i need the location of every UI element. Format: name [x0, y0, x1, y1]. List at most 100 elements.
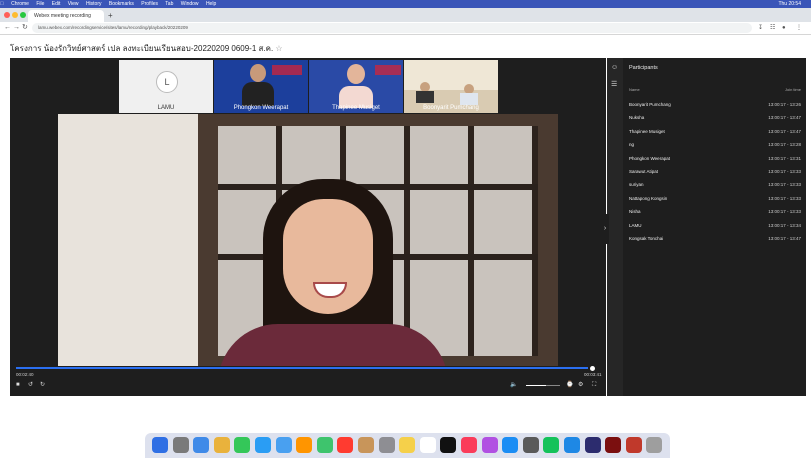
participant-row[interactable]: Sarawut Atipat 13:00:17 - 13:33: [629, 169, 801, 174]
dock-app-icon[interactable]: [234, 437, 251, 453]
menu-profiles[interactable]: Profiles: [141, 1, 158, 7]
favorite-star-icon[interactable]: ☆: [275, 44, 282, 53]
rewind-icon[interactable]: ↺: [28, 381, 33, 389]
zoom-window-icon[interactable]: [20, 12, 26, 18]
menubar-clock[interactable]: Thu 20:54: [778, 0, 801, 8]
participant-name: ng: [629, 142, 635, 148]
participant-row[interactable]: Kongsak Tonchai 13:00:17 - 13:47: [629, 236, 801, 241]
new-tab-icon[interactable]: +: [108, 10, 113, 22]
participant-name: suriyan: [629, 182, 644, 188]
macos-dock: [145, 433, 670, 458]
dock-app-icon[interactable]: [172, 437, 189, 453]
thumbnail-thapinee[interactable]: Thapinee Musiget: [309, 60, 403, 113]
name-column-header: Name: [629, 87, 640, 92]
tab-title: Webex meeting recording: [34, 13, 91, 19]
dock-app-icon[interactable]: [193, 437, 210, 453]
menu-edit[interactable]: Edit: [52, 1, 61, 7]
dock-app-icon[interactable]: [646, 437, 663, 453]
dock-app-icon[interactable]: [378, 437, 395, 453]
dock-app-icon[interactable]: [296, 437, 313, 453]
dock-app-icon[interactable]: [275, 437, 292, 453]
menu-help[interactable]: Help: [206, 1, 216, 7]
dock-app-icon[interactable]: [358, 437, 374, 453]
forward-icon[interactable]: →: [13, 23, 20, 33]
dock-app-icon[interactable]: [481, 437, 498, 453]
settings-icon[interactable]: ⚙: [578, 381, 583, 389]
dock-app-icon[interactable]: [625, 437, 642, 453]
participant-name: Nattapong Kongsin: [629, 195, 668, 201]
apple-icon[interactable]: : [0, 1, 4, 7]
dock-app-icon[interactable]: [255, 437, 271, 453]
progress-bar[interactable]: [16, 366, 595, 371]
thumbnail-boonyarit[interactable]: Boonyarit Pumchang: [404, 60, 498, 113]
thumbnail-name: Thapinee Musiget: [332, 105, 380, 111]
reload-icon[interactable]: ↻: [22, 23, 28, 33]
room-background: [404, 60, 498, 90]
elapsed-time: 00:02:40: [16, 372, 34, 377]
thumbnail-logo: [375, 65, 401, 75]
transcript-icon[interactable]: ☰: [611, 80, 617, 88]
dock-app-icon[interactable]: [152, 437, 168, 453]
playhead-handle[interactable]: [590, 366, 595, 371]
participant-row[interactable]: Boonyarit Pumchang 13:00:17 - 13:26: [629, 102, 801, 107]
browser-tab[interactable]: Webex meeting recording: [28, 10, 104, 22]
minimize-window-icon[interactable]: [12, 12, 18, 18]
dock-app-icon[interactable]: [522, 437, 539, 453]
participants-icon[interactable]: ☺: [611, 64, 618, 71]
main-video[interactable]: [58, 114, 558, 367]
dock-app-icon[interactable]: [440, 437, 457, 453]
dock-app-icon[interactable]: [502, 437, 519, 453]
menu-bookmarks[interactable]: Bookmarks: [109, 1, 134, 7]
dock-app-icon[interactable]: [213, 437, 230, 453]
menu-window[interactable]: Window: [181, 1, 199, 7]
thumbnail-phongkon[interactable]: Phongkon Weerapat: [214, 60, 308, 113]
dock-app-icon[interactable]: [543, 437, 560, 453]
participant-row[interactable]: suriyan 13:00:17 - 13:33: [629, 182, 801, 187]
dock-app-icon[interactable]: [461, 437, 477, 453]
participant-row[interactable]: Nisha 13:00:17 - 13:33: [629, 209, 801, 214]
recording-title: โครงการ น้องรักวิทย์ศาสตร์ เปล ลงทะเบียน…: [10, 42, 283, 55]
volume-slider[interactable]: [526, 385, 560, 386]
participant-name: LAMU: [629, 222, 642, 228]
dock-app-icon[interactable]: [316, 437, 333, 453]
total-duration: 00:03:41: [584, 372, 602, 377]
menu-icon[interactable]: ⋮: [796, 23, 802, 33]
participant-time: 13:00:17 - 13:47: [768, 128, 801, 134]
profile-icon[interactable]: ●: [782, 23, 786, 33]
dock-app-icon[interactable]: [419, 437, 436, 453]
participant-row[interactable]: LAMU 13:00:17 - 13:34: [629, 223, 801, 228]
participant-row[interactable]: ng 13:00:17 - 13:28: [629, 142, 801, 147]
participant-time: 13:00:17 - 13:34: [768, 222, 801, 228]
volume-icon[interactable]: 🔈: [510, 381, 517, 389]
person-shoulders: [218, 324, 448, 367]
participant-row[interactable]: Thapinee Musiget 13:00:17 - 13:47: [629, 129, 801, 134]
menu-chrome[interactable]: Chrome: [11, 1, 29, 7]
dock-app-icon[interactable]: [564, 437, 580, 453]
participant-name: Phongkon Weerapat: [629, 155, 670, 161]
participant-row[interactable]: Nuksha 13:00:17 - 13:47: [629, 115, 801, 120]
fullscreen-icon[interactable]: ⛶: [592, 381, 596, 389]
extensions-icon[interactable]: ☷: [770, 23, 775, 33]
forward-skip-icon[interactable]: ↻: [40, 381, 45, 389]
menu-tab[interactable]: Tab: [165, 1, 173, 7]
address-bar[interactable]: lamu.webex.com/recordingservice/sites/la…: [32, 23, 752, 33]
participant-row[interactable]: Phongkon Weerapat 13:00:17 - 13:31: [629, 156, 801, 161]
close-window-icon[interactable]: [4, 12, 10, 18]
speed-icon[interactable]: ⌚: [566, 381, 573, 389]
menu-file[interactable]: File: [36, 1, 44, 7]
dock-app-icon[interactable]: [584, 437, 601, 453]
dock-app-icon[interactable]: [399, 437, 416, 453]
menu-history[interactable]: History: [86, 1, 102, 7]
stop-icon[interactable]: ■: [16, 381, 20, 389]
thumbnail-lamu[interactable]: L LAMU: [119, 60, 213, 113]
download-icon[interactable]: ↧: [758, 23, 763, 33]
back-icon[interactable]: ←: [4, 23, 11, 33]
person-body: [416, 91, 434, 103]
person-head: [250, 64, 266, 82]
collapse-panel-icon[interactable]: ›: [601, 214, 609, 244]
dock-app-icon[interactable]: [337, 437, 354, 453]
participants-header: Name Join time: [629, 87, 801, 92]
participant-row[interactable]: Nattapong Kongsin 13:00:17 - 13:33: [629, 196, 801, 201]
menu-view[interactable]: View: [68, 1, 79, 7]
dock-app-icon[interactable]: [605, 437, 622, 453]
